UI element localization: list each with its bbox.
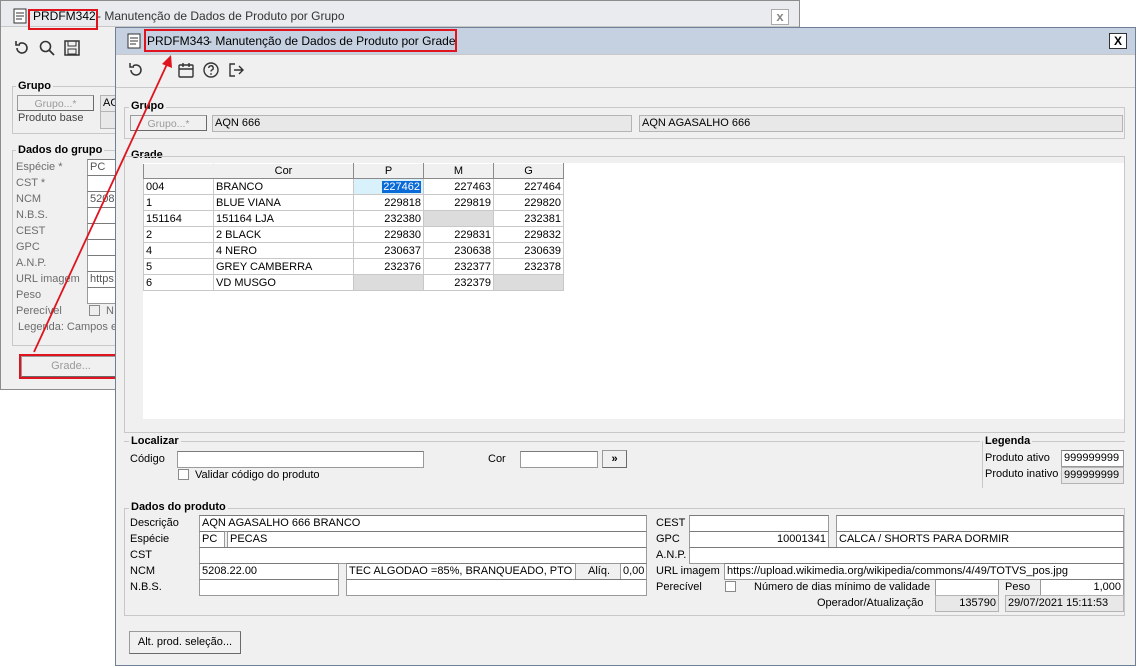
annotation-arrow xyxy=(33,55,172,353)
